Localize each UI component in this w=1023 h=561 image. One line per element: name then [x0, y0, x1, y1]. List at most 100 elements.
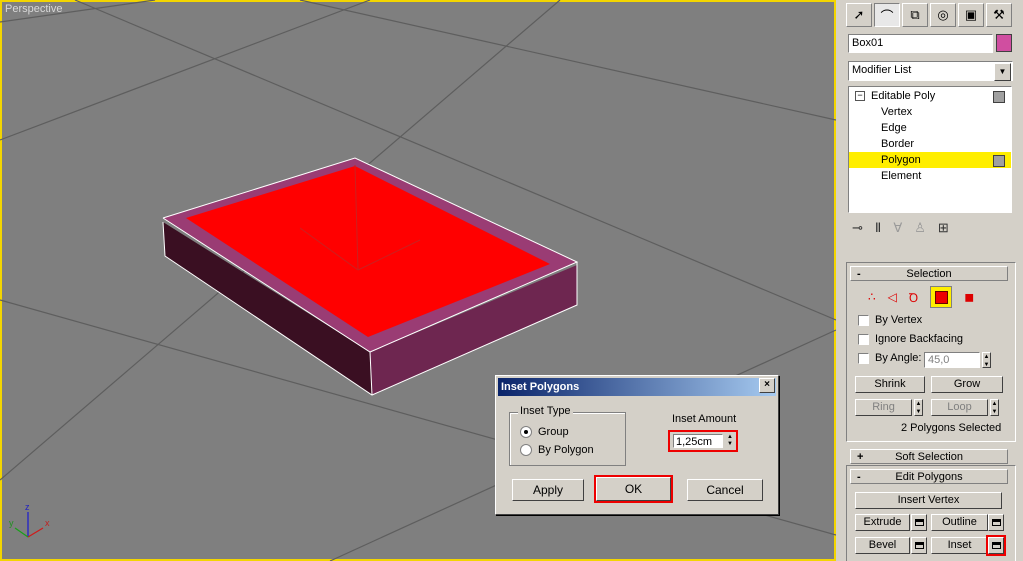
soft-selection-rollout-header[interactable]: + Soft Selection	[850, 449, 1008, 464]
outline-settings-icon[interactable]	[988, 514, 1004, 531]
axis-tripod-icon	[14, 512, 44, 538]
radio-by-polygon-label: By Polygon	[538, 444, 594, 456]
collapse-icon[interactable]: -	[857, 267, 861, 281]
stack-item-label: Element	[881, 170, 922, 182]
extrude-button[interactable]: Extrude	[855, 514, 910, 531]
stack-item-label: Edge	[881, 122, 907, 134]
create-icon[interactable]: ➚	[846, 3, 872, 27]
subobject-level-buttons: ∴ ◁ Ꝺ ◼	[868, 286, 998, 308]
cancel-button[interactable]: Cancel	[687, 479, 763, 501]
remove-modifier-icon[interactable]: ♙	[914, 220, 926, 236]
element-level-icon[interactable]: ◼	[964, 290, 974, 304]
extrude-settings-icon[interactable]	[911, 514, 927, 531]
modify-icon[interactable]: ⌒	[874, 3, 900, 27]
box01-mesh[interactable]	[162, 157, 579, 396]
chevron-down-icon[interactable]: ▼	[994, 63, 1011, 81]
axis-z-label: z	[25, 502, 30, 512]
vertex-level-icon[interactable]: ∴	[868, 290, 876, 304]
configure-sets-icon[interactable]: ⊞	[938, 220, 949, 236]
display-icon[interactable]: ▣	[958, 3, 984, 27]
axis-y-label: y	[9, 518, 14, 528]
checkbox-icon[interactable]	[858, 314, 869, 326]
shrink-button[interactable]: Shrink	[855, 376, 925, 393]
show-end-result-icon[interactable]: Ⅱ	[875, 220, 881, 236]
stack-item-label: Polygon	[881, 154, 921, 166]
soft-selection-title: Soft Selection	[895, 451, 963, 463]
collapse-icon[interactable]: −	[855, 91, 865, 101]
stack-item-label: Vertex	[881, 106, 913, 118]
object-color-swatch[interactable]	[996, 34, 1012, 52]
ring-spinner-icon[interactable]: ▲ ▼	[914, 399, 923, 416]
ok-button[interactable]: OK	[594, 475, 673, 503]
bevel-button[interactable]: Bevel	[855, 537, 910, 554]
angle-input[interactable]: 45,0	[924, 352, 980, 368]
apply-button[interactable]: Apply	[512, 479, 584, 501]
ring-button[interactable]: Ring	[855, 399, 912, 416]
axis-x-label: x	[45, 518, 50, 528]
polygon-level-icon[interactable]	[930, 286, 953, 308]
utilities-icon[interactable]: ⚒	[986, 3, 1012, 27]
stack-item-edge[interactable]: Edge	[849, 120, 1011, 136]
expand-icon[interactable]: +	[857, 450, 863, 464]
stack-item-border[interactable]: Border	[849, 136, 1011, 152]
loop-button[interactable]: Loop	[931, 399, 988, 416]
command-panel: ➚ ⌒ ⧉ ◎ ▣ ⚒ Box01 Modifier List ▼ − Edit…	[838, 0, 1023, 561]
edit-polygons-rollout-header[interactable]: - Edit Polygons	[850, 469, 1008, 484]
stack-root-label: Editable Poly	[871, 90, 936, 102]
edit-polygons-title: Edit Polygons	[895, 471, 963, 483]
edge-level-icon[interactable]: ◁	[888, 290, 897, 304]
modifier-stack: − Editable Poly Vertex Edge Border Polyg…	[848, 86, 1012, 213]
collapse-icon[interactable]: -	[857, 470, 861, 484]
selection-rollout-header[interactable]: - Selection	[850, 266, 1008, 281]
radio-icon[interactable]	[520, 444, 532, 456]
object-name-field[interactable]: Box01	[848, 34, 993, 53]
inset-type-group: Inset Type	[509, 405, 626, 466]
toggle-square-icon[interactable]	[993, 155, 1005, 167]
ignore-backfacing-label: Ignore Backfacing	[875, 333, 964, 345]
selection-status: 2 Polygons Selected	[901, 422, 1002, 434]
radio-group-label: Group	[538, 426, 569, 438]
perspective-viewport[interactable]: Perspective z x y Inset Polygons × Inset…	[0, 0, 836, 561]
loop-spinner-icon[interactable]: ▲ ▼	[990, 399, 999, 416]
outline-button[interactable]: Outline	[931, 514, 988, 531]
stack-item-editable-poly[interactable]: − Editable Poly	[849, 88, 1011, 104]
by-angle-label: By Angle:	[875, 352, 922, 364]
stack-item-polygon[interactable]: Polygon	[849, 152, 1011, 168]
modifier-list-label: Modifier List	[852, 64, 912, 76]
modifier-list-dropdown[interactable]: Modifier List ▼	[848, 61, 1013, 81]
inset-amount-spinner: 1,25cm ▲ ▼	[668, 430, 738, 452]
checkbox-icon[interactable]	[858, 352, 869, 364]
inset-button[interactable]: Inset	[931, 537, 988, 554]
bevel-settings-icon[interactable]	[911, 537, 927, 554]
selection-title: Selection	[906, 268, 952, 280]
by-angle-checkbox[interactable]: By Angle:	[858, 352, 921, 364]
dialog-title: Inset Polygons	[498, 378, 776, 396]
inset-type-label: Inset Type	[518, 405, 573, 417]
radio-group-option[interactable]: Group	[520, 426, 569, 438]
by-vertex-checkbox[interactable]: By Vertex	[858, 314, 922, 326]
insert-vertex-button[interactable]: Insert Vertex	[855, 492, 1002, 509]
inset-polygons-dialog: Inset Polygons × Inset Type Group By Pol…	[495, 375, 779, 515]
close-icon[interactable]: ×	[759, 378, 775, 393]
grow-button[interactable]: Grow	[931, 376, 1003, 393]
pin-stack-icon[interactable]: ⊸	[852, 220, 863, 236]
checkbox-icon[interactable]	[858, 333, 869, 345]
motion-icon[interactable]: ◎	[930, 3, 956, 27]
stack-item-vertex[interactable]: Vertex	[849, 104, 1011, 120]
radio-icon[interactable]	[520, 426, 532, 438]
stack-toolbar: ⊸ Ⅱ ∀ ♙ ⊞	[852, 220, 1012, 236]
make-unique-icon[interactable]: ∀	[893, 220, 902, 236]
radio-by-polygon-option[interactable]: By Polygon	[520, 444, 594, 456]
inset-settings-icon[interactable]	[986, 535, 1006, 556]
ignore-backfacing-checkbox[interactable]: Ignore Backfacing	[858, 333, 963, 345]
border-level-icon[interactable]: Ꝺ	[909, 289, 918, 306]
stack-item-element[interactable]: Element	[849, 168, 1011, 184]
spinner-arrows-icon[interactable]: ▲ ▼	[726, 434, 734, 448]
by-vertex-label: By Vertex	[875, 314, 923, 326]
hierarchy-icon[interactable]: ⧉	[902, 3, 928, 27]
angle-spinner-icon[interactable]: ▲ ▼	[982, 352, 991, 368]
command-panel-tabs: ➚ ⌒ ⧉ ◎ ▣ ⚒	[846, 3, 1016, 27]
toggle-square-icon[interactable]	[993, 91, 1005, 103]
inset-amount-input[interactable]: 1,25cm	[673, 434, 723, 448]
viewport-label[interactable]: Perspective	[5, 3, 62, 15]
